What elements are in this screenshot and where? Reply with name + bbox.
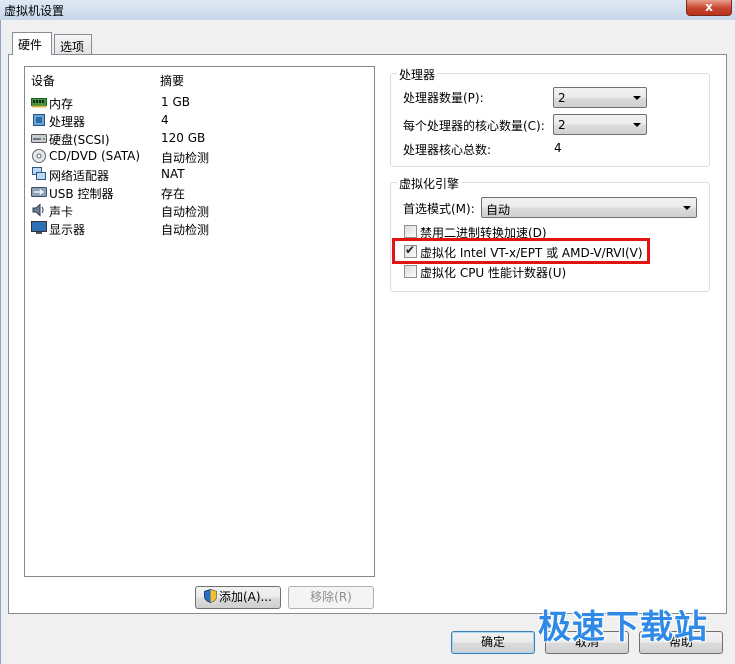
total-cores-value: 4 <box>554 141 562 155</box>
preferred-mode-label: 首选模式(M): <box>403 202 475 216</box>
tab-hardware[interactable]: 硬件 <box>12 32 52 55</box>
window-title: 虚拟机设置 <box>4 4 65 18</box>
processor-group-title: 处理器 <box>397 66 438 83</box>
close-icon: x <box>705 0 713 14</box>
preferred-mode-select[interactable]: 自动 <box>481 197 697 218</box>
chevron-down-icon <box>683 206 691 210</box>
virtualization-group-title: 虚拟化引擎 <box>397 175 462 192</box>
device-row-display[interactable]: 显示器 自动检测 <box>26 219 374 237</box>
device-summary: 自动检测 <box>161 151 210 165</box>
device-summary: 自动检测 <box>161 223 210 237</box>
device-row-memory[interactable]: 内存 1 GB <box>26 93 374 111</box>
cores-per-processor-value: 2 <box>558 118 566 132</box>
preferred-mode-value: 自动 <box>486 203 511 217</box>
device-name: 网络适配器 <box>49 169 110 183</box>
column-header-summary[interactable]: 摘要 <box>160 72 184 89</box>
ok-button[interactable]: 确定 <box>451 631 535 654</box>
cd-dvd-icon <box>32 149 46 163</box>
remove-device-button-label: 移除(R) <box>310 590 352 604</box>
device-row-hard-disk[interactable]: 硬盘(SCSI) 120 GB <box>26 129 374 147</box>
add-device-button[interactable]: 添加(A)... <box>195 586 281 609</box>
device-row-network-adapter[interactable]: 网络适配器 NAT <box>26 165 374 183</box>
column-header-device[interactable]: 设备 <box>31 72 55 89</box>
cores-per-processor-label: 每个处理器的核心数量(C): <box>403 119 545 133</box>
tab-hardware-label: 硬件 <box>18 38 43 52</box>
sound-card-icon <box>32 203 44 217</box>
tab-options[interactable]: 选项 <box>54 34 92 55</box>
add-device-button-label: 添加(A)... <box>218 590 273 604</box>
device-list-header: 设备 摘要 <box>25 67 374 91</box>
uac-shield-icon <box>203 589 217 603</box>
device-name: 硬盘(SCSI) <box>49 133 110 147</box>
chevron-down-icon <box>633 123 641 127</box>
tab-options-label: 选项 <box>60 40 85 54</box>
device-summary: 120 GB <box>161 131 206 145</box>
ok-button-label: 确定 <box>480 635 505 649</box>
close-button[interactable]: x <box>686 0 732 16</box>
device-name: 内存 <box>49 97 74 111</box>
processor-icon <box>33 114 45 126</box>
annotation-highlight-box <box>392 238 650 264</box>
device-row-cd-dvd[interactable]: CD/DVD (SATA) 自动检测 <box>26 147 374 165</box>
checkbox-box[interactable] <box>404 265 417 278</box>
device-row-usb-controller[interactable]: USB 控制器 存在 <box>26 183 374 201</box>
cores-per-processor-select[interactable]: 2 <box>553 114 647 135</box>
usb-icon <box>31 187 47 197</box>
device-name: CD/DVD (SATA) <box>49 149 141 163</box>
device-name: 处理器 <box>49 115 86 129</box>
network-adapter-icon <box>32 167 46 180</box>
device-summary: 1 GB <box>161 95 190 109</box>
title-bar: 虚拟机设置 x <box>0 0 735 20</box>
device-summary: 自动检测 <box>161 205 210 219</box>
device-summary: 存在 <box>161 187 186 201</box>
processor-count-value: 2 <box>558 91 566 105</box>
device-name: 声卡 <box>49 205 74 219</box>
device-row-processor[interactable]: 处理器 4 <box>26 111 374 129</box>
device-row-sound-card[interactable]: 声卡 自动检测 <box>26 201 374 219</box>
checkbox-label: 虚拟化 CPU 性能计数器(U) <box>420 266 567 280</box>
device-name: USB 控制器 <box>49 187 114 201</box>
memory-icon <box>31 98 47 108</box>
disable-binary-translation-checkbox[interactable]: 禁用二进制转换加速(D) <box>404 223 704 240</box>
hard-disk-icon <box>31 134 47 143</box>
total-cores-label: 处理器核心总数: <box>403 143 492 157</box>
processor-count-select[interactable]: 2 <box>553 87 647 108</box>
checkbox-box[interactable] <box>404 225 417 238</box>
display-icon <box>31 221 47 234</box>
remove-device-button[interactable]: 移除(R) <box>288 586 374 609</box>
processor-count-label: 处理器数量(P): <box>403 91 484 105</box>
virtualize-cpu-counters-checkbox[interactable]: 虚拟化 CPU 性能计数器(U) <box>404 263 704 280</box>
device-name: 显示器 <box>49 223 86 237</box>
device-summary: 4 <box>161 113 169 127</box>
device-summary: NAT <box>161 167 185 181</box>
chevron-down-icon <box>633 96 641 100</box>
device-list[interactable]: 设备 摘要 内存 1 GB 处理器 4 硬盘(SCSI) 120 GB CD/D… <box>24 66 375 577</box>
watermark-logo: 极速下载站 <box>538 607 708 646</box>
